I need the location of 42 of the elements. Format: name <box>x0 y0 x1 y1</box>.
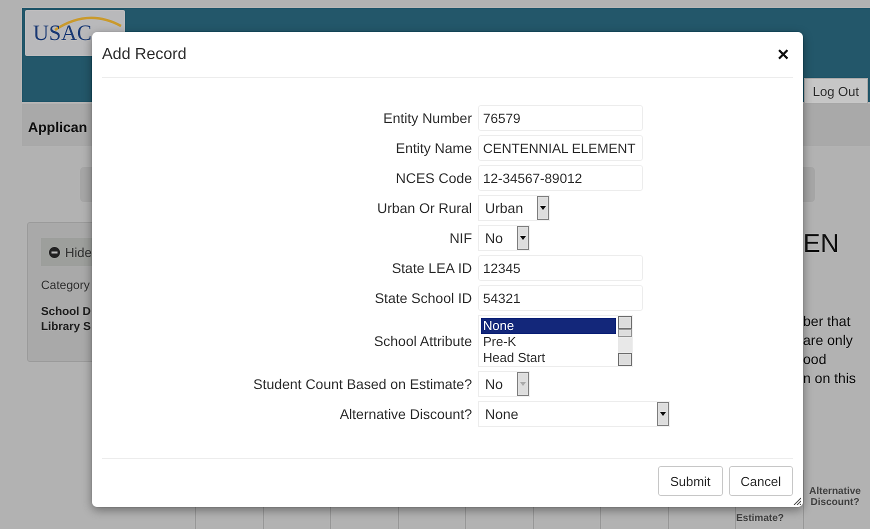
field-label: Entity Name <box>394 140 472 156</box>
field-label: NCES Code <box>394 170 472 186</box>
paragraph-line: ber that <box>803 312 852 331</box>
category-value: School D <box>41 305 91 320</box>
logo-text: USAC <box>33 20 92 46</box>
list-option[interactable]: Pre-K <box>481 334 616 350</box>
paragraph-line: ood <box>803 350 828 369</box>
dropdown[interactable]: Urban <box>478 195 550 221</box>
list-option[interactable]: None <box>481 318 616 334</box>
field-label: Student Count Based on Estimate? <box>252 376 472 392</box>
section-heading: Applican <box>28 119 88 135</box>
dropdown[interactable]: None <box>478 401 670 427</box>
category-value: Library S <box>41 320 91 335</box>
list-option[interactable]: Head Start <box>481 350 616 366</box>
dialog-title: Add Record <box>102 46 186 64</box>
logout-button[interactable]: Log Out <box>804 78 868 104</box>
resize-grip-icon <box>793 497 801 505</box>
field-label: Entity Number <box>382 110 472 126</box>
text-field[interactable]: 54321 <box>478 285 643 311</box>
text-field[interactable]: CENTENNIAL ELEMENT <box>478 135 643 161</box>
field-label: Urban Or Rural <box>376 200 472 216</box>
text-field[interactable]: 12-34567-89012 <box>478 165 643 191</box>
category-label: Category <box>41 278 90 292</box>
text-field[interactable]: 12345 <box>478 255 643 281</box>
paragraph-line: are only <box>803 331 854 350</box>
dialog-button[interactable]: Submit <box>658 466 723 496</box>
dialog-button[interactable]: Cancel <box>728 466 793 496</box>
page-heading: EN <box>803 228 840 259</box>
close-button[interactable]: × <box>773 44 793 64</box>
field-label: School Attribute <box>372 333 472 349</box>
minus-circle-icon <box>49 246 60 258</box>
field-label: State School ID <box>374 290 472 306</box>
column-header: Alternative Discount? <box>808 486 862 508</box>
dropdown[interactable]: No <box>478 225 530 251</box>
scrollbar[interactable] <box>618 316 632 366</box>
field-label: NIF <box>448 230 472 246</box>
column-header: Estimate? <box>735 513 785 524</box>
field-label: State LEA ID <box>390 260 472 276</box>
text-field[interactable]: 76579 <box>478 105 643 131</box>
paragraph-line: n on this <box>803 369 856 388</box>
field-label: Alternative Discount? <box>338 406 472 422</box>
list-box[interactable]: None Pre-K Head Start <box>478 315 633 367</box>
